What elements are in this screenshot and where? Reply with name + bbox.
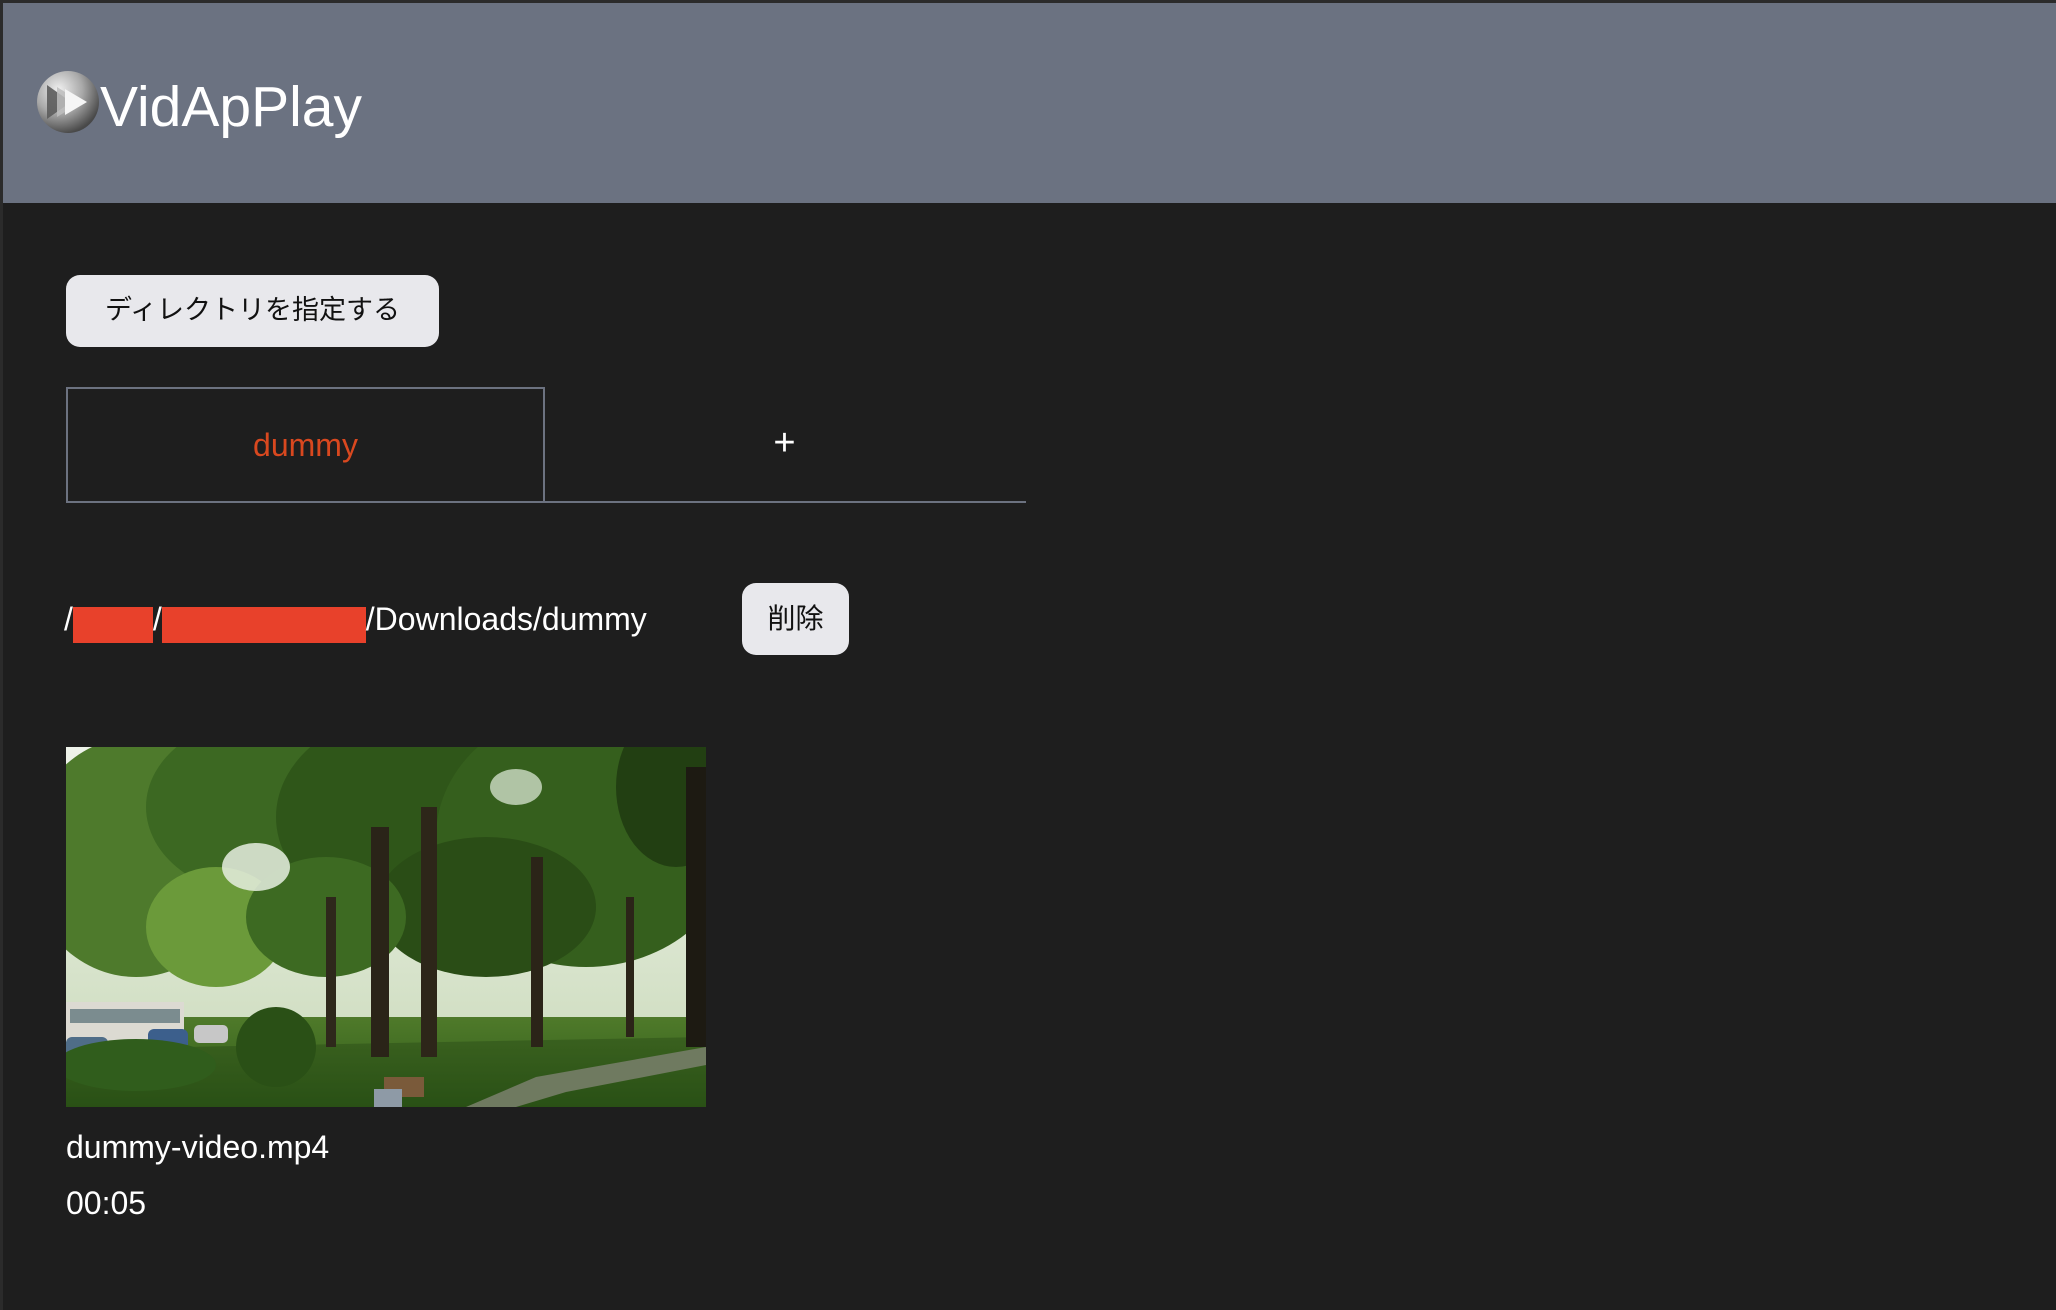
directory-path: / / /Downloads/dummy [64,594,647,644]
video-card[interactable]: dummy-video.mp4 00:05 [66,747,706,1221]
video-duration: 00:05 [66,1185,147,1221]
video-thumbnail[interactable] [66,747,706,1107]
video-filename: dummy-video.mp4 [66,1129,330,1165]
delete-directory-button[interactable]: 削除 [742,583,849,655]
park-scene-image [66,747,706,1107]
tab-dummy[interactable]: dummy [66,387,545,503]
directory-tabs: dummy + [66,387,1026,503]
add-tab-button[interactable]: + [545,387,1024,503]
redacted-segment [72,607,153,644]
choose-directory-button[interactable]: ディレクトリを指定する [66,275,439,347]
path-suffix: /Downloads/dummy [365,601,647,637]
app-header: VidApPlay [3,3,2056,203]
app-title: VidApPlay [100,75,362,139]
path-separator: / [152,601,162,637]
play-logo-icon [37,71,99,133]
path-root-separator: / [64,601,73,637]
redacted-segment [161,607,366,644]
